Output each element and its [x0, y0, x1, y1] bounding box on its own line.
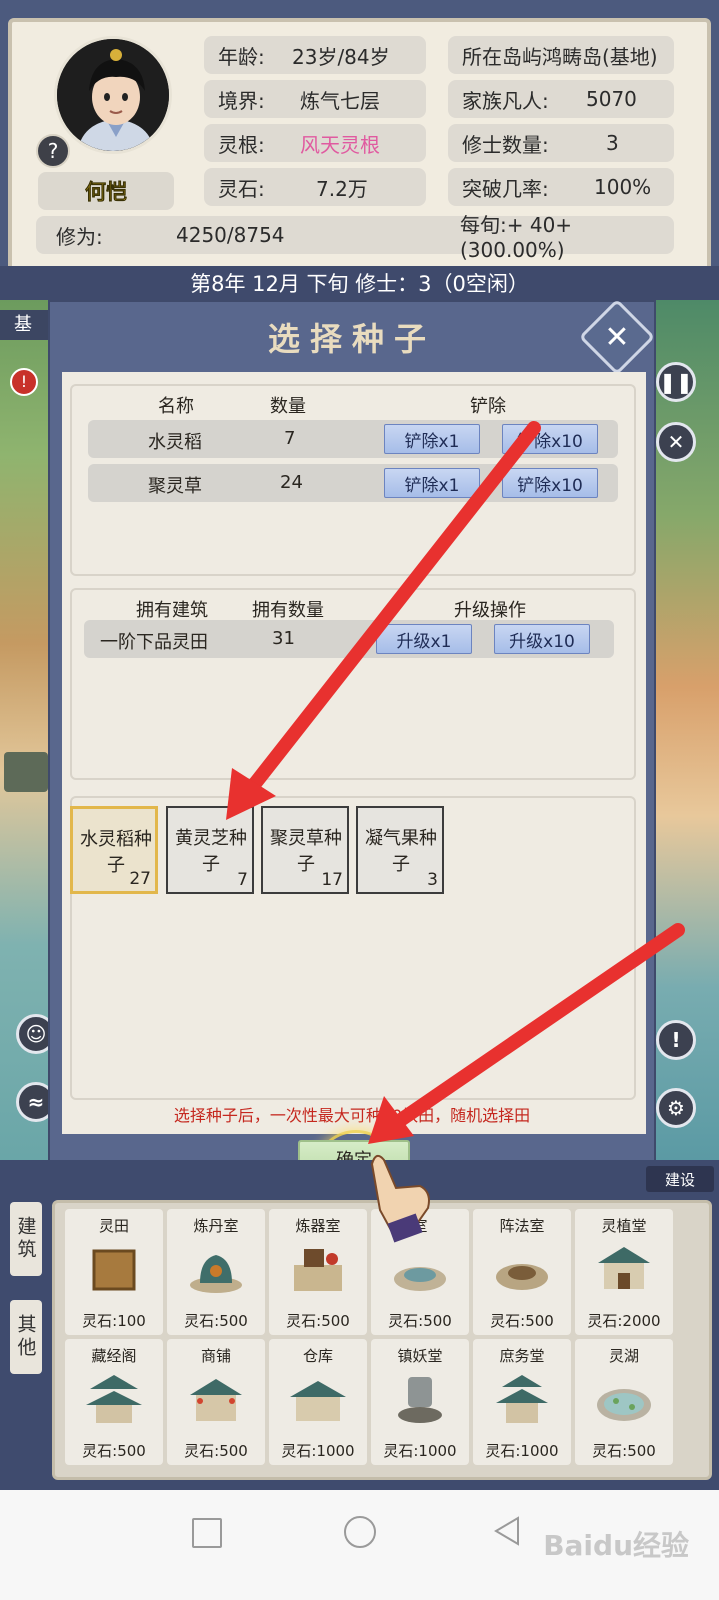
home-icon[interactable]	[344, 1516, 376, 1548]
hand-pointer-icon	[370, 1154, 430, 1243]
android-nav-bar: Baidu经验	[0, 1490, 719, 1600]
baidu-watermark: Baidu经验	[543, 1529, 689, 1562]
red-arrow-to-confirm	[368, 923, 685, 1144]
back-icon[interactable]	[492, 1516, 522, 1546]
red-arrow-to-seed	[226, 421, 541, 820]
tutorial-annotation-overlay	[226, 421, 685, 1243]
recent-apps-icon[interactable]	[192, 1518, 222, 1548]
